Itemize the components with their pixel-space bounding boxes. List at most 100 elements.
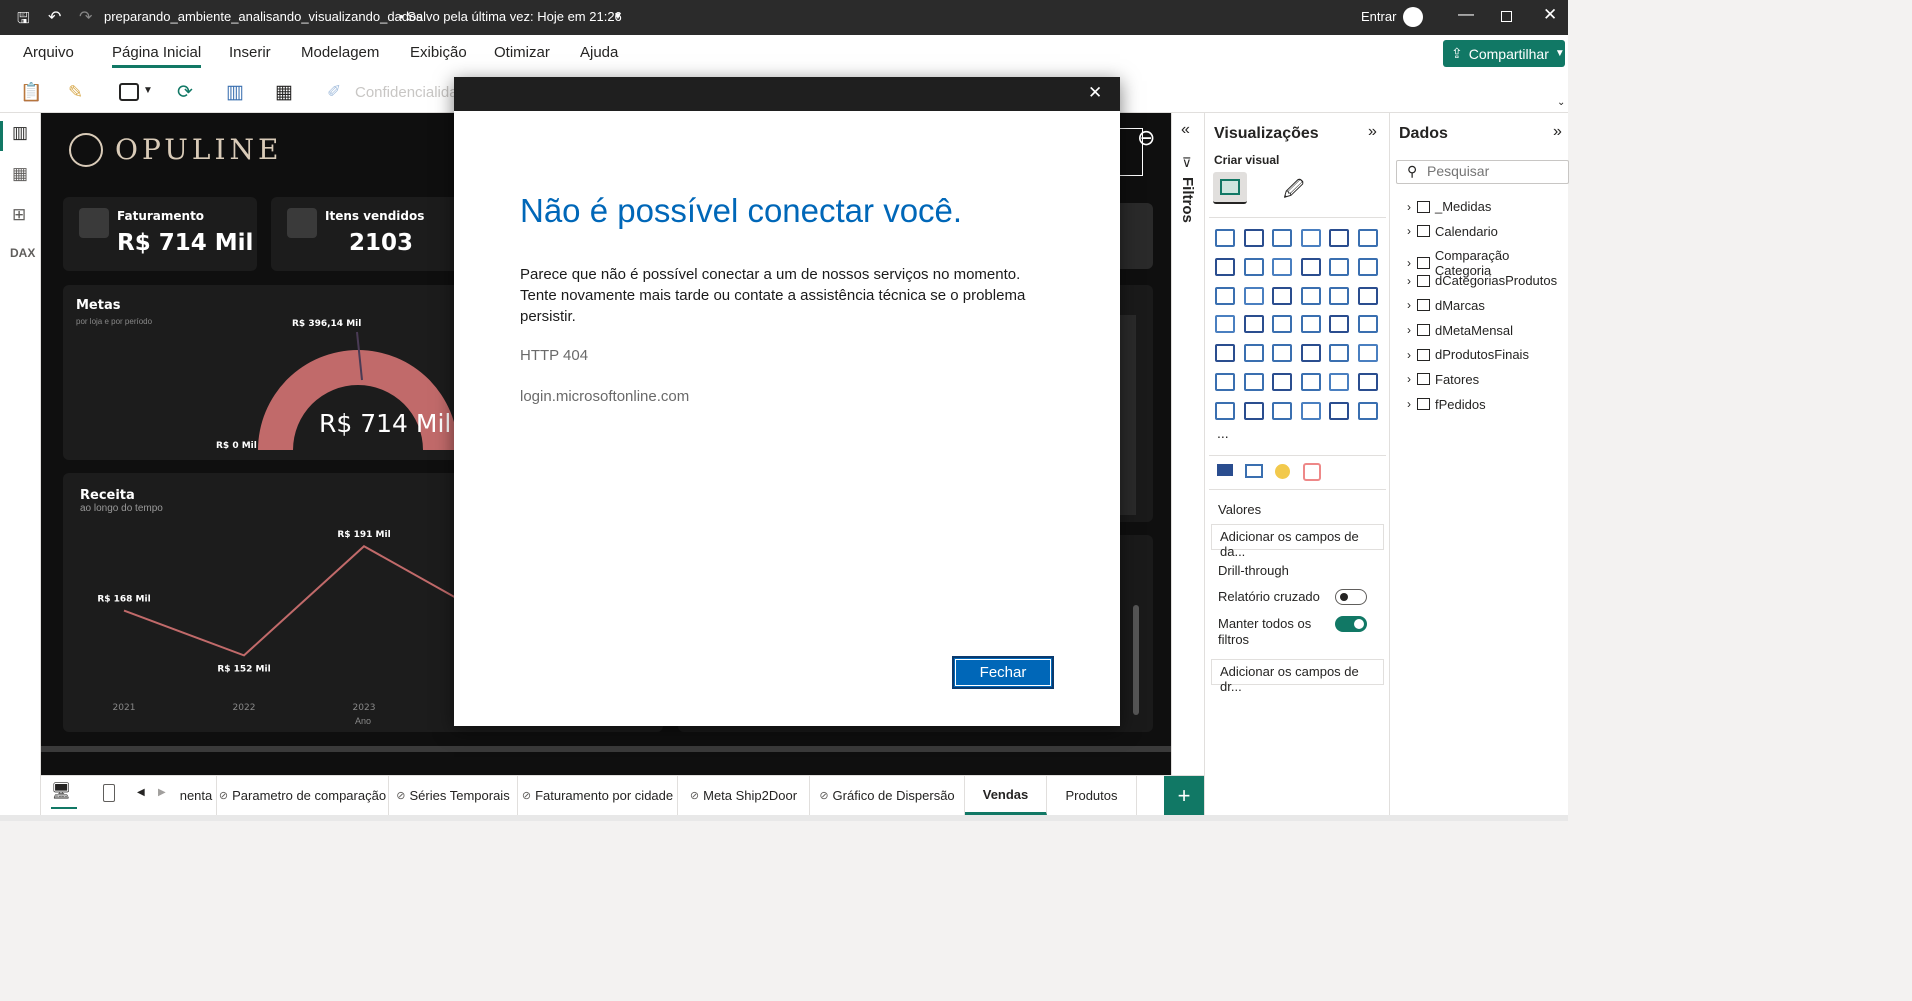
visual-type-icon[interactable] [1215, 315, 1235, 334]
add-page-button[interactable]: + [1164, 776, 1204, 815]
visual-type-icon[interactable] [1329, 286, 1349, 305]
collapse-ribbon-icon[interactable]: ⌄ [1557, 97, 1565, 108]
page-tab[interactable]: ⊘ Faturamento por cidade [518, 776, 678, 815]
share-button[interactable]: ⇪ Compartilhar ▼ [1443, 40, 1565, 67]
table-item[interactable]: › dMarcas [1407, 298, 1485, 313]
page-tab[interactable]: ⊘ Gráfico de Dispersão [810, 776, 965, 815]
visual-type-icon[interactable] [1243, 286, 1264, 305]
prev-tab-icon[interactable]: ◀ [137, 787, 145, 798]
search-box[interactable]: ⚲ [1396, 160, 1569, 184]
page-tab[interactable]: ⊘ Parametro de comparação [217, 776, 389, 815]
maximize-icon[interactable] [1501, 11, 1512, 22]
visual-type-icon[interactable] [1272, 373, 1292, 391]
drillthrough-drop-zone[interactable]: Adicionar os campos de dr... [1211, 659, 1384, 694]
visual-type-icon[interactable] [1243, 257, 1264, 276]
table-item[interactable]: › dMetaMensal [1407, 323, 1513, 338]
visual-type-icon[interactable] [1357, 229, 1378, 247]
visual-type-icon[interactable] [1215, 229, 1235, 247]
expand-icon[interactable]: « [1181, 121, 1190, 139]
visual-type-icon[interactable] [1215, 344, 1235, 363]
analytics-icon[interactable] [1275, 464, 1290, 479]
visual-type-icon[interactable] [1329, 373, 1349, 391]
visual-type-icon[interactable] [1272, 401, 1292, 420]
menu-arquivo[interactable]: Arquivo [23, 44, 74, 61]
close-window-icon[interactable]: ✕ [1543, 5, 1557, 25]
table-item[interactable]: › fPedidos [1407, 397, 1486, 412]
chevron-down-icon[interactable]: ▼ [143, 85, 153, 96]
table-item[interactable]: › _Medidas [1407, 199, 1491, 214]
filters-label[interactable]: Filtros [1179, 177, 1196, 223]
scrollbar[interactable] [1133, 605, 1139, 715]
kpi-card-itens[interactable]: Itens vendidos 2103 [271, 197, 465, 271]
fields-icon[interactable] [1217, 464, 1233, 476]
page-tab[interactable]: ⊘ Meta Ship2Door [678, 776, 810, 815]
dax-view-icon[interactable]: DAX [10, 246, 35, 260]
menu-ajuda[interactable]: Ajuda [580, 44, 618, 61]
format-painter-icon[interactable]: ✎ [68, 82, 83, 103]
visual-type-icon[interactable] [1215, 401, 1235, 420]
menu-otimizar[interactable]: Otimizar [494, 44, 550, 61]
search-input[interactable] [1427, 163, 1565, 179]
table-item[interactable]: › dProdutosFinais [1407, 347, 1529, 362]
signin-link[interactable]: Entrar [1361, 9, 1396, 24]
visual-type-icon[interactable] [1300, 315, 1321, 334]
visual-type-icon[interactable] [1272, 257, 1292, 276]
page-tab[interactable]: Produtos [1047, 776, 1137, 815]
visual-type-icon[interactable] [1272, 344, 1292, 363]
visual-type-icon[interactable] [1357, 257, 1378, 276]
dialog-close-icon[interactable]: ✕ [1088, 83, 1102, 103]
visual-type-icon[interactable] [1243, 315, 1264, 334]
visual-type-icon[interactable] [1300, 344, 1321, 363]
visual-type-icon[interactable] [1329, 229, 1349, 247]
visual-type-icon[interactable] [1272, 229, 1292, 247]
canvas-scrollbar[interactable] [41, 746, 1171, 752]
page-tab[interactable]: nenta [176, 776, 217, 815]
next-tab-icon[interactable]: ▶ [158, 787, 166, 798]
format-icon[interactable] [1245, 464, 1263, 478]
page-tab[interactable]: Vendas [965, 776, 1047, 815]
menu-pagina-inicial[interactable]: Página Inicial [112, 44, 202, 68]
visual-type-icon[interactable] [1329, 257, 1349, 276]
table-view-icon[interactable]: ▦ [12, 164, 28, 184]
custom-icon[interactable] [1303, 463, 1321, 481]
menu-inserir[interactable]: Inserir [229, 44, 271, 61]
visual-type-icon[interactable] [1357, 315, 1378, 334]
undo-icon[interactable]: ↶ [48, 7, 61, 27]
visual-type-icon[interactable] [1357, 286, 1378, 305]
back-arrow-icon[interactable]: ⊖ [1137, 125, 1155, 151]
close-dialog-button[interactable]: Fechar [952, 656, 1054, 689]
visual-type-icon[interactable] [1329, 401, 1349, 420]
table-item[interactable]: › Fatores [1407, 372, 1479, 387]
visual-type-icon[interactable] [1215, 286, 1235, 305]
keep-filters-toggle[interactable] [1335, 616, 1367, 632]
visual-type-icon[interactable] [1300, 286, 1321, 305]
visual-type-icon[interactable] [1243, 373, 1264, 391]
minimize-icon[interactable]: — [1458, 6, 1474, 24]
collapse-icon[interactable]: » [1553, 123, 1562, 141]
page-tab[interactable]: ⊘ Séries Temporais [389, 776, 518, 815]
metas-card[interactable]: Metas por loja e por período R$ 396,14 M… [63, 285, 465, 460]
visual-type-icon[interactable] [1300, 257, 1321, 276]
visual-type-icon[interactable] [1243, 229, 1264, 247]
visual-type-icon[interactable] [1300, 373, 1321, 391]
desktop-layout-icon[interactable]: 🖥 [51, 781, 77, 809]
avatar-icon[interactable] [1403, 7, 1423, 27]
visual-type-icon[interactable] [1357, 373, 1378, 391]
filters-pane[interactable]: « ⊽ Filtros [1171, 113, 1204, 775]
sensitivity-icon[interactable]: ✐ [327, 82, 341, 102]
model-view-icon[interactable]: ⊞ [12, 205, 26, 225]
visual-type-icon[interactable] [1357, 344, 1378, 363]
more-visuals-icon[interactable]: ... [1217, 425, 1229, 441]
get-data-icon[interactable] [119, 83, 139, 101]
visual-type-icon[interactable] [1300, 229, 1321, 247]
visual-type-icon[interactable] [1243, 401, 1264, 420]
report-view-icon[interactable]: ▥ [12, 123, 28, 143]
menu-modelagem[interactable]: Modelagem [301, 44, 379, 61]
visual-type-icon[interactable] [1272, 315, 1292, 334]
cross-report-toggle[interactable] [1335, 589, 1367, 605]
visual-type-icon[interactable] [1357, 401, 1378, 420]
refresh-icon[interactable]: ⟳ [177, 81, 193, 104]
build-visual-tab[interactable] [1213, 172, 1247, 204]
table-item[interactable]: › Calendario [1407, 224, 1498, 239]
menu-exibicao[interactable]: Exibição [410, 44, 467, 61]
